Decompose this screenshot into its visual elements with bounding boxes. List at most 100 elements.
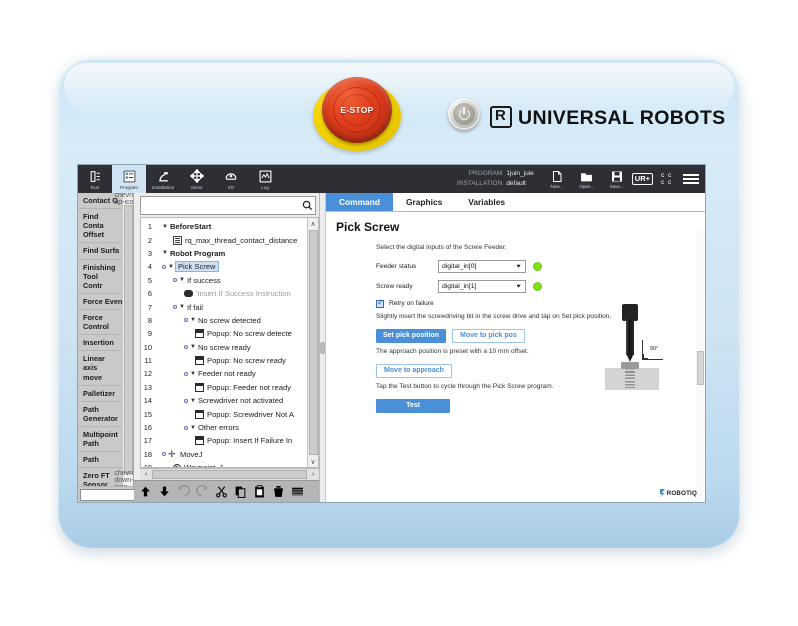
program-value: 1juin_juie [506,169,534,177]
tree-row[interactable]: 17 Popup: Insert If Failure In [141,434,307,447]
tree-row[interactable]: 6 'Insert If Success Instruction [141,287,307,300]
tree-expand-icon[interactable]: ▼ [168,264,174,270]
tree-hscroll-left-icon[interactable]: ‹ [140,471,152,478]
tree-row-number: 4 [147,262,152,272]
set-pick-position-button[interactable]: Set pick position [376,328,447,343]
sidebar-item-force-even[interactable]: Force Even [78,294,122,310]
search-icon[interactable] [299,200,315,211]
node-list-scrollbar[interactable]: chevron-up-icon chevron-down-icon [114,193,133,486]
tree-expand-icon[interactable]: ▼ [179,304,185,310]
move-up-icon[interactable] [136,482,155,502]
sidebar-item-find-conta-offset[interactable]: Find Conta Offset [78,209,122,244]
four-dots-icon[interactable]: cc cc [661,172,675,186]
toolbar-tab-log[interactable]: Log [248,165,282,193]
tree-expand-icon[interactable]: ▼ [190,317,196,323]
new-file-button[interactable]: New... [542,165,572,193]
save-file-button[interactable]: Save... [602,165,632,193]
tree-row[interactable]: 4 ▼ Pick Screw [141,260,307,273]
toolbar-tab-move[interactable]: Move [180,165,214,193]
tree-row[interactable]: 19 Waypoint_1 [141,461,307,467]
tree-row[interactable]: 11 Popup: No screw ready [141,354,307,367]
tree-expand-icon[interactable]: ▼ [190,398,196,404]
sidebar-item-multipoint-path[interactable]: Multipoint Path [78,427,122,453]
tree-row[interactable]: 9 Popup: No screw detecte [141,327,307,340]
tree-scroll-down-icon[interactable]: ∨ [310,456,315,467]
new-file-icon [552,170,562,182]
tree-scroll-up-icon[interactable]: ∧ [310,218,315,229]
sidebar-item-insertion[interactable]: Insertion [78,335,122,352]
sidebar-item-zero-ft-sensor[interactable]: Zero FT Sensor [78,468,122,486]
cut-icon[interactable] [212,482,231,502]
toolbar-tab-program[interactable]: Program [112,165,146,193]
tree-expand-icon[interactable]: ▼ [179,277,185,283]
splitter-handle[interactable] [320,341,325,354]
hamburger-menu-icon[interactable] [683,173,699,185]
tree-row[interactable]: 16 ▼ Other errors [141,421,307,434]
sidebar-item-path[interactable]: Path [78,452,122,469]
move-down-icon[interactable] [155,482,174,502]
hamburger-line-1 [683,173,699,176]
ur-plus-button[interactable]: UR+ [631,173,653,185]
tree-row[interactable]: 7 ▼ If fail [141,300,307,313]
tree-row[interactable]: 15 Popup: Screwdriver Not A [141,407,307,420]
open-file-button[interactable]: Open... [572,165,602,193]
tree-expand-icon[interactable]: ▼ [190,344,196,350]
tree-expand-icon[interactable]: ▼ [190,371,196,377]
tree-hscroll-right-icon[interactable]: › [307,471,319,478]
test-button[interactable]: Test [376,398,450,413]
tree-scroll-thumb[interactable] [308,230,318,455]
sidebar-item-finishing-tool-contr[interactable]: Finishing Tool Contr [78,260,122,294]
variable-icon [173,235,182,245]
tree-expand-icon[interactable]: ▼ [162,224,168,230]
toolbar-tab-io-label: I/O [227,184,235,190]
estop-cap[interactable]: E-STOP [322,77,392,143]
tab-variables[interactable]: Variables [455,193,518,211]
program-tree[interactable]: 1 ▼ BeforeStart 2 rq_max_thread_contact_dist… [141,218,307,467]
tree-row[interactable]: 10 ▼ No screw ready [141,341,307,354]
retry-on-failure-checkbox[interactable] [376,298,384,308]
tree-row[interactable]: 2 rq_max_thread_contact_distance [141,233,307,246]
feeder-status-select[interactable]: digital_in[0] ▼ [438,259,526,273]
tree-scrollbar[interactable]: ∧ ∨ [307,218,318,467]
search-input[interactable] [141,197,299,214]
tree-row[interactable]: 5 ▼ If success [141,274,307,287]
toolbar-tab-io[interactable]: I/O [214,165,248,193]
tree-row-label: rq_max_thread_contact_distance [185,235,298,245]
power-button[interactable] [448,98,480,130]
program-search-box[interactable] [140,196,316,215]
emergency-stop-button[interactable]: E-STOP [313,77,401,155]
tab-command[interactable]: Command [326,193,393,211]
sidebar-item-contact-o[interactable]: Contact O [78,193,122,210]
toolbar-tab-installation[interactable]: Installation [146,165,180,193]
sidebar-item-find-surfa[interactable]: Find Surfa [78,243,122,260]
copy-icon[interactable] [231,482,250,502]
tree-expand-icon[interactable]: ▼ [162,250,168,256]
node-scroll-thumb[interactable] [123,205,133,474]
sidebar-item-path-generator[interactable]: Path Generator [78,402,122,427]
tree-row[interactable]: 1 ▼ BeforeStart [141,220,307,233]
tree-row[interactable]: 18 ✛ MoveJ [141,448,307,461]
tree-row[interactable]: 8 ▼ No screw detected [141,314,307,327]
tree-row[interactable]: 14 ▼ Screwdriver not activated [141,394,307,407]
delete-icon[interactable] [269,482,288,502]
tree-expand-icon[interactable]: ▼ [190,425,196,431]
toolbar-tab-run[interactable]: Run [78,165,112,193]
sidebar-item-linear-axis-move[interactable]: Linear axis move [78,351,122,386]
screw-ready-select[interactable]: digital_in[1] ▼ [438,279,526,293]
paste-icon[interactable] [250,482,269,502]
panel-scrollbar[interactable] [696,231,705,502]
tree-row[interactable]: 3 ▼ Robot Program [141,247,307,260]
sidebar-item-force-control[interactable]: Force Control [78,310,122,336]
tree-row[interactable]: 12 ▼ Feeder not ready [141,367,307,380]
tree-horizontal-scrollbar[interactable]: ‹ › [140,468,319,480]
installation-icon [156,169,171,184]
move-to-approach-button[interactable]: Move to approach [376,363,452,378]
sidebar-item-palletizer[interactable]: Palletizer [78,386,122,402]
installation-value: default [506,180,526,187]
move-to-pick-pos-button[interactable]: Move to pick pos [452,328,525,343]
tab-graphics[interactable]: Graphics [393,193,455,211]
tree-row[interactable]: 13 Popup: Feeder not ready [141,381,307,394]
tree-hscroll-thumb[interactable] [152,470,307,479]
panel-scroll-thumb[interactable] [697,351,704,385]
suppress-icon[interactable] [288,482,307,502]
